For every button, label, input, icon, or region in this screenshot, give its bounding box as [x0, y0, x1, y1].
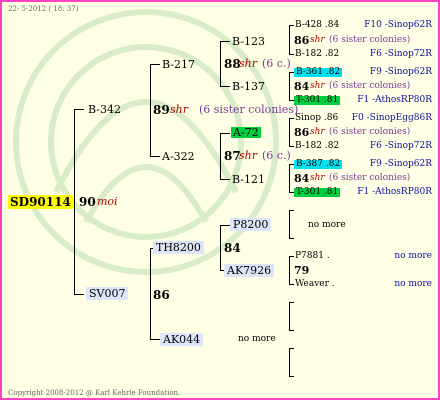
- connector: [289, 146, 294, 147]
- gen4-id[interactable]: B-387 .82: [294, 160, 343, 169]
- father-gen-suffix: shr: [170, 103, 188, 116]
- connector: [220, 133, 230, 134]
- gen4-id[interactable]: B-182 .82: [295, 50, 339, 59]
- fmf-id[interactable]: A-72: [231, 127, 261, 138]
- fmm-id[interactable]: B-121: [232, 174, 265, 185]
- connector: [289, 376, 294, 377]
- root-id[interactable]: SD90114: [8, 195, 73, 209]
- gen4-id[interactable]: Weaver .: [295, 280, 335, 289]
- mm-id[interactable]: AK044: [160, 333, 204, 346]
- connector: [289, 348, 290, 377]
- gen4-id[interactable]: Sinop .86: [295, 114, 338, 123]
- gen4-gen: 84: [294, 80, 310, 93]
- connector: [150, 156, 160, 157]
- connector: [289, 25, 294, 26]
- gen4-id[interactable]: T-301 .81: [294, 188, 341, 197]
- gen4-origin: F6 -Sinop72R: [369, 49, 432, 59]
- connector: [289, 330, 294, 331]
- connector: [150, 64, 160, 65]
- connector: [289, 210, 290, 239]
- connector: [74, 109, 84, 110]
- connector: [150, 64, 151, 157]
- connector: [289, 284, 294, 285]
- connector: [289, 54, 294, 55]
- connector: [289, 348, 294, 349]
- father-gen: 89: [153, 103, 170, 117]
- gen4-note: (6 sister colonies): [329, 81, 411, 91]
- ffm-id[interactable]: B-137: [232, 81, 265, 92]
- connector: [150, 339, 160, 340]
- connector: [150, 248, 151, 340]
- connector: [220, 225, 221, 271]
- mff-id[interactable]: P8200: [230, 218, 272, 231]
- gen4-gen-suffix: shr: [310, 81, 325, 91]
- gen4-origin: F1 -AthosRP80R: [357, 187, 432, 197]
- gen4-origin: F6 -Sinop72R: [369, 141, 432, 151]
- gen4-origin: F9 -Sinop62R: [369, 67, 432, 77]
- gen4-note: (6 sister colonies): [329, 127, 411, 137]
- gen4-id[interactable]: P7881 .: [295, 252, 330, 261]
- gen4-id[interactable]: B-182 .82: [295, 142, 339, 151]
- connector: [289, 302, 294, 303]
- connector: [289, 302, 290, 331]
- pedigree-chart: 22- 5-2012 ( 18: 37) SD90114 90 moi B-34…: [0, 0, 440, 400]
- mm-note: no more: [238, 334, 276, 344]
- gen4-id[interactable]: B-361 .82: [294, 68, 343, 77]
- mfm-id[interactable]: AK7926: [224, 264, 275, 277]
- gen4-origin: F0 -SinopEgg86R: [351, 113, 432, 123]
- ff-id[interactable]: B-217: [162, 59, 195, 70]
- mother-id[interactable]: SV007: [86, 287, 129, 300]
- gen4-origin: F1 -AthosRP80R: [357, 95, 432, 105]
- gen4-gen: 86: [294, 126, 310, 139]
- connector: [289, 210, 294, 211]
- father-id[interactable]: B-342: [88, 104, 121, 115]
- gen4-gen-suffix: shr: [310, 127, 325, 137]
- gen4-note: (6 sister colonies): [329, 35, 411, 45]
- gen4-origin: no more: [394, 251, 432, 261]
- connector: [74, 109, 75, 295]
- father-note: (6 sister colonies): [199, 103, 299, 116]
- gen4-note: (6 sister colonies): [329, 173, 411, 183]
- fm-note: (6 c.): [262, 149, 291, 162]
- connector: [289, 238, 294, 239]
- connector: [289, 256, 294, 257]
- connector: [220, 86, 230, 87]
- gen4-gen-suffix: shr: [310, 35, 325, 45]
- fm-gen-suffix: shr: [239, 149, 257, 162]
- footer-copyright: Copyright 2008-2012 @ Karl Kehrle Founda…: [8, 389, 181, 397]
- connector: [289, 164, 290, 193]
- connector: [289, 25, 290, 55]
- root-gen-suffix: moi: [97, 195, 118, 208]
- gen4-gen: 86: [294, 34, 310, 47]
- ff-gen-suffix: shr: [239, 57, 257, 70]
- gen4-note: no more: [308, 220, 346, 230]
- ff-note: (6 c.): [262, 57, 291, 70]
- mf-id[interactable]: TH8200: [153, 241, 204, 254]
- gen4-origin: F9 -Sinop62R: [369, 159, 432, 169]
- connector: [74, 294, 84, 295]
- gen4-id[interactable]: B-428 .84: [295, 21, 339, 30]
- gen4-origin: no more: [394, 279, 432, 289]
- connector: [220, 41, 221, 87]
- connector: [289, 256, 290, 285]
- fm-id[interactable]: A-322: [162, 151, 195, 162]
- connector: [289, 118, 290, 147]
- connector: [289, 118, 294, 119]
- report-date: 22- 5-2012 ( 18: 37): [8, 5, 79, 13]
- mother-gen: 86: [153, 288, 170, 302]
- mf-gen: 84: [224, 241, 241, 255]
- gen4-origin: F10 -Sinop62R: [364, 20, 432, 30]
- connector: [220, 133, 221, 180]
- fff-id[interactable]: B-123: [232, 36, 265, 47]
- root-gen: 90: [79, 195, 96, 209]
- connector: [220, 225, 230, 226]
- gen4-gen: 84: [294, 172, 310, 185]
- gen4-id[interactable]: T-301 .81: [294, 96, 341, 105]
- connector: [220, 41, 230, 42]
- gen4-gen-suffix: shr: [310, 173, 325, 183]
- gen4-gen: 79: [294, 264, 310, 277]
- connector: [220, 179, 230, 180]
- connector: [289, 72, 290, 101]
